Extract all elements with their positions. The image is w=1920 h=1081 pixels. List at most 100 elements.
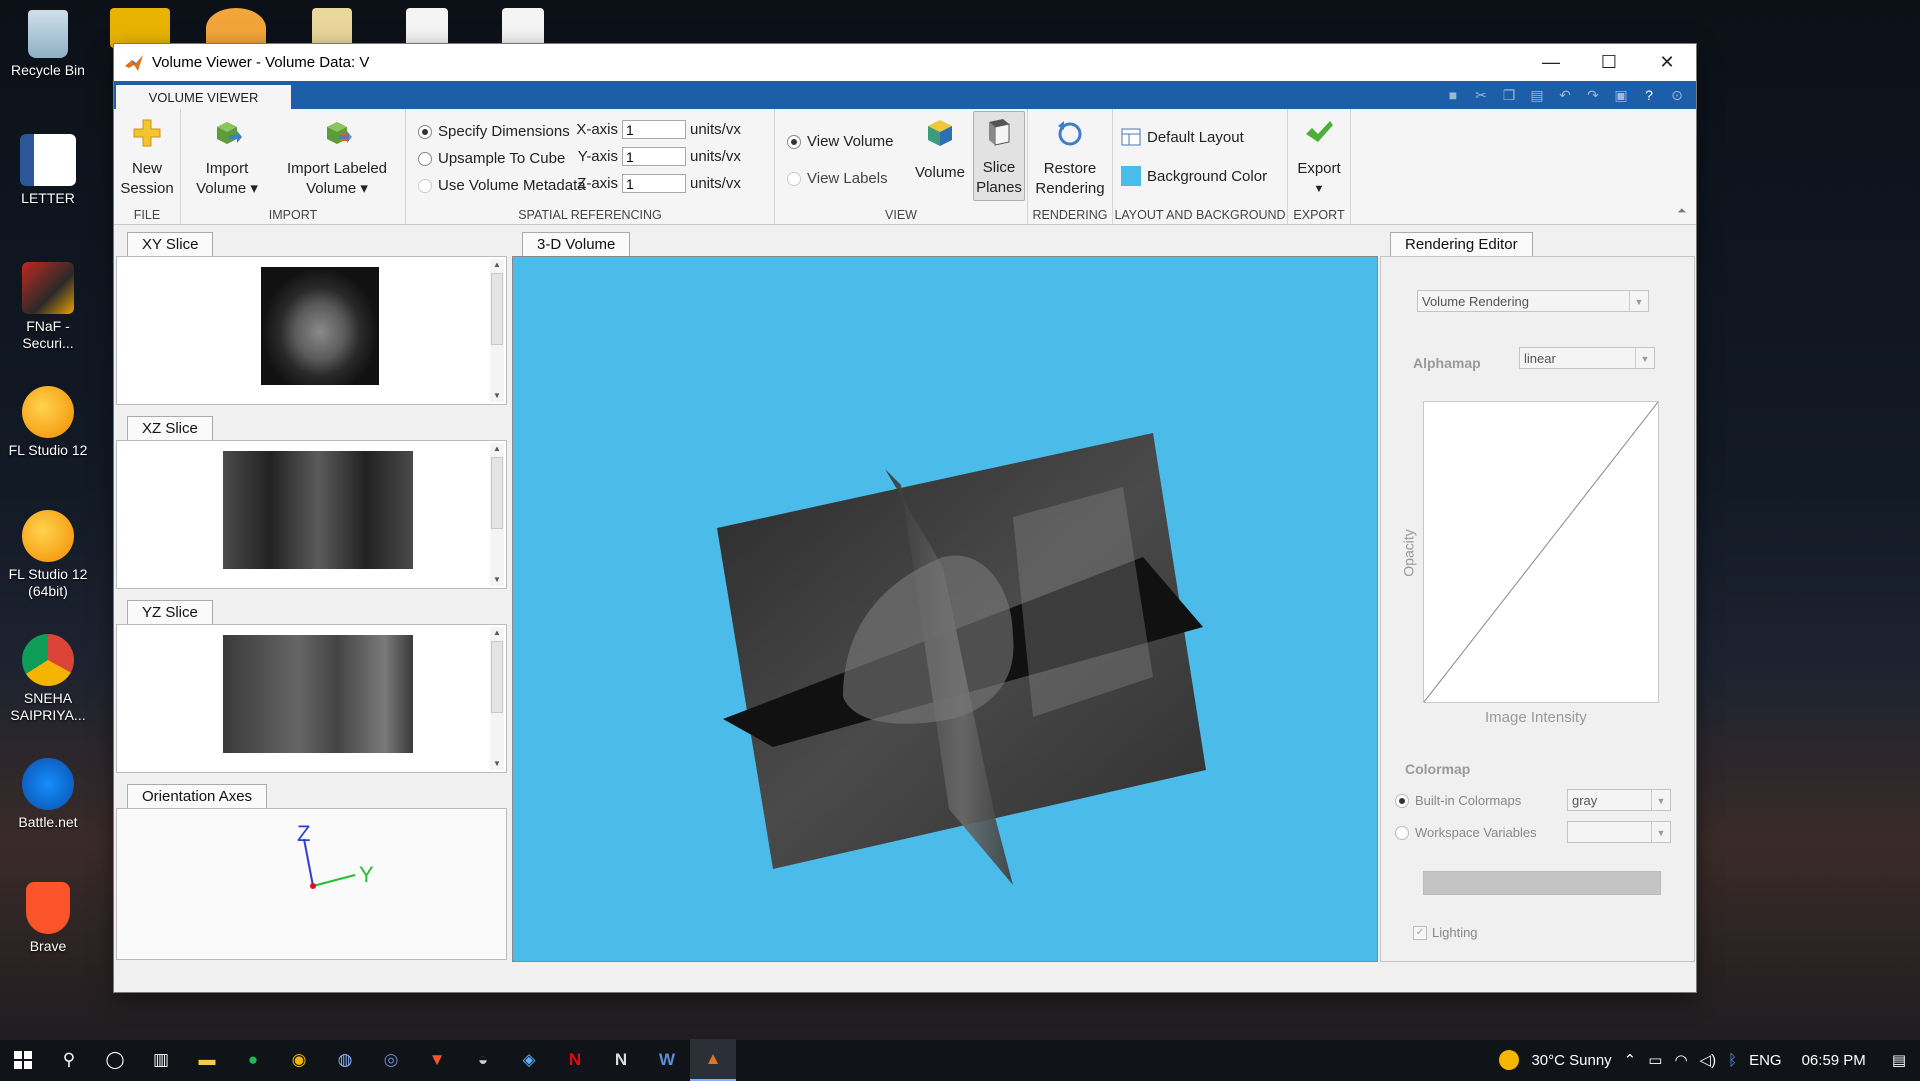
- use-volume-metadata-radio[interactable]: Use Volume Metadata: [418, 177, 586, 194]
- tab-orientation-axes[interactable]: Orientation Axes: [127, 784, 268, 809]
- tab-yz-slice[interactable]: YZ Slice: [127, 600, 213, 625]
- options-icon[interactable]: ⊙: [1668, 86, 1686, 104]
- scroll-thumb[interactable]: [491, 641, 503, 713]
- language-indicator[interactable]: ENG: [1749, 1052, 1782, 1069]
- upsample-to-cube-radio[interactable]: Upsample To Cube: [418, 150, 565, 167]
- view-volume-radio[interactable]: View Volume: [787, 133, 893, 150]
- file-icon[interactable]: [312, 8, 352, 48]
- lighting-checkbox[interactable]: ✓ Lighting: [1413, 925, 1478, 940]
- volume-viewer-window: Volume Viewer - Volume Data: V — ☐ ✕ VOL…: [114, 44, 1696, 992]
- maximize-button[interactable]: ☐: [1580, 44, 1638, 81]
- desktop-icon-recycle-bin[interactable]: Recycle Bin: [0, 10, 96, 79]
- desktop-icon-fnaf[interactable]: FNaF - Securi...: [0, 262, 96, 352]
- import-labeled-volume-button[interactable]: Import Labeled Volume ▾: [275, 113, 399, 199]
- view-labels-radio[interactable]: View Labels: [787, 170, 888, 187]
- netflix-icon[interactable]: N: [552, 1040, 598, 1080]
- volume-button[interactable]: Volume: [911, 113, 969, 183]
- discord-icon[interactable]: ◎: [368, 1040, 414, 1080]
- x-axis-input[interactable]: [622, 120, 686, 139]
- windows-start-icon[interactable]: [0, 1040, 46, 1080]
- battery-icon[interactable]: ▭: [1648, 1051, 1662, 1069]
- desktop-icon-fl-studio[interactable]: FL Studio 12: [0, 386, 96, 459]
- scroll-up-icon[interactable]: ▲: [490, 259, 504, 271]
- tab-xy-slice[interactable]: XY Slice: [127, 232, 214, 257]
- desktop-icon-fl-studio-64[interactable]: FL Studio 12 (64bit): [0, 510, 96, 600]
- desktop-icon-letter[interactable]: LETTER: [0, 134, 96, 207]
- z-axis-input[interactable]: [622, 174, 686, 193]
- y-axis-input[interactable]: [622, 147, 686, 166]
- scroll-down-icon[interactable]: ▼: [490, 390, 504, 402]
- default-layout-button[interactable]: Default Layout: [1121, 128, 1244, 146]
- scroll-thumb[interactable]: [491, 457, 503, 529]
- weather-text[interactable]: 30°C Sunny: [1531, 1052, 1611, 1069]
- bluetooth-icon[interactable]: ᛒ: [1728, 1052, 1737, 1069]
- chrome-icon[interactable]: ◉: [276, 1040, 322, 1080]
- rendering-mode-dropdown[interactable]: Volume Rendering ▼: [1417, 290, 1649, 312]
- x-axis-label: X-axis: [576, 121, 618, 138]
- collapse-ribbon-icon[interactable]: ⏶: [1677, 205, 1686, 218]
- scroll-up-icon[interactable]: ▲: [490, 443, 504, 455]
- chevron-up-icon[interactable]: ⌃: [1624, 1051, 1637, 1069]
- workspace-variables-radio[interactable]: Workspace Variables: [1395, 825, 1537, 840]
- app-icon[interactable]: [206, 8, 266, 48]
- new-session-button[interactable]: New Session: [118, 113, 176, 199]
- redo-icon[interactable]: ↷: [1584, 86, 1602, 104]
- desktop-icon-chrome-profile[interactable]: SNEHA SAIPRIYA...: [0, 634, 96, 724]
- tab-3d-volume[interactable]: 3-D Volume: [522, 232, 631, 257]
- ribbon-group-view: View Volume View Labels Volume Slice Pla…: [775, 109, 1028, 224]
- notion-icon[interactable]: N: [598, 1040, 644, 1080]
- xz-slice-scrollbar[interactable]: ▲ ▼: [490, 443, 504, 586]
- paste-icon[interactable]: ▤: [1528, 86, 1546, 104]
- word-icon[interactable]: W: [644, 1040, 690, 1080]
- scroll-thumb[interactable]: [491, 273, 503, 345]
- builtin-colormaps-radio[interactable]: Built-in Colormaps: [1395, 793, 1521, 808]
- scroll-up-icon[interactable]: ▲: [490, 627, 504, 639]
- xy-slice-scrollbar[interactable]: ▲ ▼: [490, 259, 504, 402]
- cuphead-icon[interactable]: [110, 8, 170, 48]
- ribbon: New Session FILE Import Volume ▾ Import …: [114, 109, 1696, 225]
- brave-icon[interactable]: ▼: [414, 1040, 460, 1080]
- app-icon[interactable]: ◈: [506, 1040, 552, 1080]
- spotify-icon[interactable]: ●: [230, 1040, 276, 1080]
- wifi-icon[interactable]: ◠: [1674, 1051, 1687, 1069]
- cortana-icon[interactable]: ◯: [92, 1040, 138, 1080]
- tab-volume-viewer[interactable]: VOLUME VIEWER: [116, 85, 291, 109]
- help-icon[interactable]: ?: [1640, 86, 1658, 104]
- yz-slice-scrollbar[interactable]: ▲ ▼: [490, 627, 504, 770]
- matlab-icon[interactable]: ▲: [690, 1039, 736, 1081]
- tab-rendering-editor[interactable]: Rendering Editor: [1390, 232, 1533, 257]
- copy-icon[interactable]: ❐: [1500, 86, 1518, 104]
- scroll-down-icon[interactable]: ▼: [490, 758, 504, 770]
- alphamap-plot[interactable]: [1423, 401, 1659, 703]
- save-icon[interactable]: ■: [1444, 86, 1462, 104]
- clock[interactable]: 06:59 PM: [1802, 1052, 1866, 1069]
- specify-dimensions-radio[interactable]: Specify Dimensions: [418, 123, 570, 140]
- workspace-variable-dropdown[interactable]: ▼: [1567, 821, 1671, 843]
- restore-rendering-button[interactable]: Restore Rendering: [1030, 113, 1110, 199]
- button-label: Default Layout: [1147, 128, 1244, 146]
- group-label: LAYOUT AND BACKGROUND: [1114, 208, 1286, 222]
- alphamap-dropdown[interactable]: linear ▼: [1519, 347, 1655, 369]
- close-button[interactable]: ✕: [1638, 44, 1696, 81]
- file-explorer-icon[interactable]: ▬: [184, 1040, 230, 1080]
- cut-icon[interactable]: ✂: [1472, 86, 1490, 104]
- export-button[interactable]: Export ▼: [1290, 113, 1348, 199]
- minimize-button[interactable]: —: [1522, 44, 1580, 81]
- overwolf-icon[interactable]: ◒: [460, 1040, 506, 1080]
- volume-icon[interactable]: ◁): [1700, 1051, 1717, 1069]
- search-icon[interactable]: ⚲: [46, 1040, 92, 1080]
- background-color-button[interactable]: Background Color: [1121, 166, 1267, 186]
- notifications-icon[interactable]: ▤: [1892, 1051, 1906, 1069]
- desktop-icon-battlenet[interactable]: Battle.net: [0, 758, 96, 831]
- undo-icon[interactable]: ↶: [1556, 86, 1574, 104]
- scroll-down-icon[interactable]: ▼: [490, 574, 504, 586]
- app-icon[interactable]: ◍: [322, 1040, 368, 1080]
- tab-xz-slice[interactable]: XZ Slice: [127, 416, 213, 441]
- volume-canvas[interactable]: [512, 256, 1378, 962]
- slice-planes-button[interactable]: Slice Planes: [973, 111, 1025, 201]
- window-layout-icon[interactable]: ▣: [1612, 86, 1630, 104]
- task-view-icon[interactable]: ▥: [138, 1040, 184, 1080]
- desktop-icon-brave[interactable]: Brave: [0, 882, 96, 955]
- import-volume-button[interactable]: Import Volume ▾: [187, 113, 267, 199]
- builtin-colormap-dropdown[interactable]: gray ▼: [1567, 789, 1671, 811]
